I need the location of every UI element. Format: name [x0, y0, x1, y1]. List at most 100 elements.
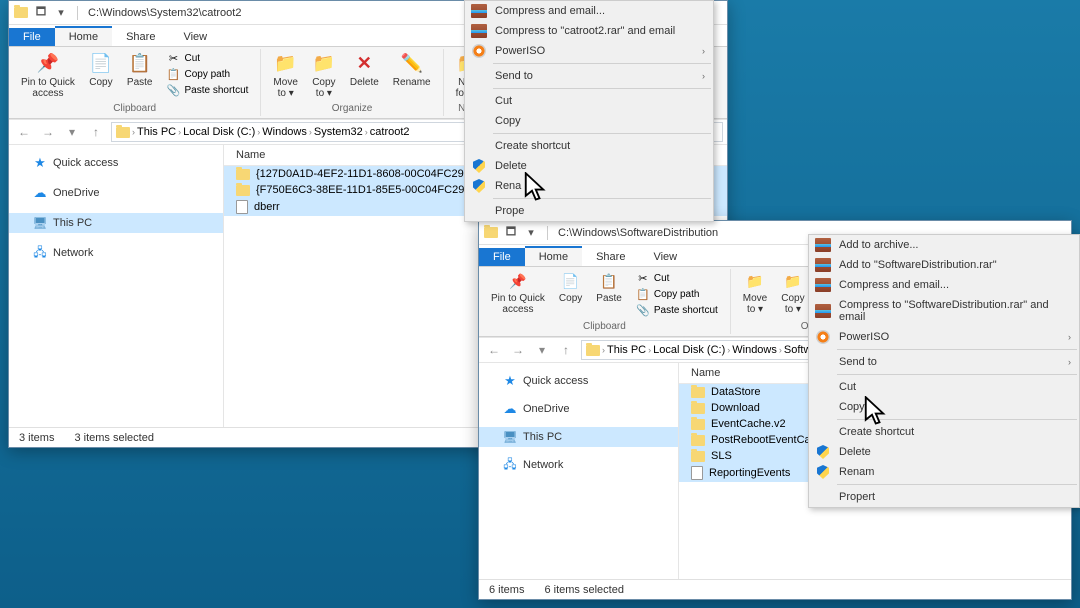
copy-button[interactable]: 📄Copy — [85, 49, 117, 90]
breadcrumb: This PC› — [137, 126, 181, 138]
ctx-compress-named-email[interactable]: Compress to "SoftwareDistribution.rar" a… — [809, 295, 1079, 327]
nav-quick-access[interactable]: ★Quick access — [9, 153, 223, 173]
copy-icon: 📄 — [89, 51, 113, 75]
nav-onedrive[interactable]: ☁OneDrive — [479, 399, 678, 419]
save-icon[interactable]: 🗖 — [503, 225, 519, 241]
ctx-compress-named-email[interactable]: Compress to "catroot2.rar" and email — [465, 21, 713, 41]
chevron-right-icon: › — [1068, 357, 1071, 367]
context-menu: Compress and email... Compress to "catro… — [464, 0, 714, 222]
nav-network[interactable]: 🖧Network — [9, 243, 223, 263]
ctx-add-archive[interactable]: Add to archive... — [809, 235, 1079, 255]
paste-button[interactable]: 📋Paste — [592, 269, 626, 306]
shield-icon — [815, 444, 831, 460]
ctx-send-to[interactable]: Send to› — [809, 352, 1079, 372]
moveto-icon: 📁 — [745, 271, 765, 291]
tab-view[interactable]: View — [169, 26, 221, 46]
ctx-create-shortcut[interactable]: Create shortcut — [465, 136, 713, 156]
ctx-cut[interactable]: Cut — [809, 377, 1079, 397]
copy-path-button[interactable]: 📋Copy path — [167, 67, 249, 81]
nav-quick-access[interactable]: ★Quick access — [479, 371, 678, 391]
ctx-properties[interactable]: Prope — [465, 201, 713, 221]
tab-share[interactable]: Share — [112, 26, 169, 46]
tab-home[interactable]: Home — [55, 26, 112, 46]
ctx-create-shortcut[interactable]: Create shortcut — [809, 422, 1079, 442]
forward-button[interactable]: → — [37, 121, 59, 143]
file-icon — [236, 200, 248, 214]
down-icon[interactable]: ▾ — [523, 225, 539, 241]
chevron-right-icon: › — [702, 71, 705, 81]
rar-icon — [815, 303, 831, 319]
paste-shortcut-button[interactable]: 📎Paste shortcut — [167, 83, 249, 97]
nav-pane: ★Quick access ☁OneDrive 🖥This PC 🖧Networ… — [479, 363, 679, 579]
back-button[interactable]: ← — [13, 121, 35, 143]
copy-button[interactable]: 📄Copy — [555, 269, 586, 306]
shield-icon — [471, 178, 487, 194]
ctx-poweriso[interactable]: PowerISO› — [809, 327, 1079, 347]
recent-button[interactable]: ▾ — [531, 339, 553, 361]
nav-network[interactable]: 🖧Network — [479, 455, 678, 475]
ctx-copy[interactable]: Copy — [809, 397, 1079, 417]
down-icon[interactable]: ▾ — [53, 5, 69, 21]
copy-to-button[interactable]: 📁Copy to ▾ — [308, 49, 340, 101]
separator — [837, 419, 1077, 420]
delete-icon: ✕ — [352, 51, 376, 75]
tab-file[interactable]: File — [479, 248, 525, 266]
tab-file[interactable]: File — [9, 28, 55, 46]
back-button[interactable]: ← — [483, 339, 505, 361]
star-icon: ★ — [33, 156, 47, 170]
copy-icon: 📄 — [561, 271, 581, 291]
rename-button[interactable]: ✏️Rename — [389, 49, 435, 90]
up-button[interactable]: ↑ — [555, 339, 577, 361]
ctx-rename[interactable]: Renam — [809, 462, 1079, 482]
forward-button[interactable]: → — [507, 339, 529, 361]
copy-to-button[interactable]: 📁Copy to ▾ — [777, 269, 808, 317]
item-count: 3 items — [19, 432, 54, 444]
context-menu: Add to archive... Add to "SoftwareDistri… — [808, 234, 1080, 508]
ctx-compress-email[interactable]: Compress and email... — [465, 1, 713, 21]
nav-onedrive[interactable]: ☁OneDrive — [9, 183, 223, 203]
copy-path-button[interactable]: 📋Copy path — [636, 287, 718, 301]
group-organize: Organize — [332, 101, 373, 116]
ctx-cut[interactable]: Cut — [465, 91, 713, 111]
ctx-properties[interactable]: Propert — [809, 487, 1079, 507]
ctx-delete[interactable]: Delete — [465, 156, 713, 176]
move-to-button[interactable]: 📁Move to ▾ — [269, 49, 301, 101]
scissors-icon: ✂ — [636, 271, 650, 285]
ctx-delete[interactable]: Delete — [809, 442, 1079, 462]
nav-this-pc[interactable]: 🖥This PC — [479, 427, 678, 447]
paste-icon: 📋 — [599, 271, 619, 291]
cloud-icon: ☁ — [503, 402, 517, 416]
recent-button[interactable]: ▾ — [61, 121, 83, 143]
nav-pane: ★Quick access ☁OneDrive 🖥This PC 🖧Networ… — [9, 145, 224, 427]
ctx-send-to[interactable]: Send to› — [465, 66, 713, 86]
tab-home[interactable]: Home — [525, 246, 582, 266]
breadcrumb: This PC› — [607, 344, 651, 356]
paste-shortcut-button[interactable]: 📎Paste shortcut — [636, 303, 718, 317]
pin-button[interactable]: 📌Pin to Quick access — [487, 269, 549, 317]
cut-button[interactable]: ✂Cut — [167, 51, 249, 65]
folder-icon — [483, 225, 499, 241]
ctx-copy[interactable]: Copy — [465, 111, 713, 131]
folder-icon — [691, 403, 705, 414]
nav-this-pc[interactable]: 🖥This PC — [9, 213, 223, 233]
save-icon[interactable]: 🗖 — [33, 5, 49, 21]
pin-button[interactable]: 📌Pin to Quick access — [17, 49, 79, 101]
monitor-icon: 🖥 — [503, 430, 517, 444]
ctx-poweriso[interactable]: PowerISO› — [465, 41, 713, 61]
selection-count: 6 items selected — [544, 584, 623, 596]
path-icon: 📋 — [167, 67, 181, 81]
tab-view[interactable]: View — [639, 246, 691, 266]
disc-icon — [815, 329, 831, 345]
ctx-rename[interactable]: Rena — [465, 176, 713, 196]
ctx-compress-email[interactable]: Compress and email... — [809, 275, 1079, 295]
delete-button[interactable]: ✕Delete — [346, 49, 383, 90]
breadcrumb: Local Disk (C:)› — [653, 344, 730, 356]
tab-share[interactable]: Share — [582, 246, 639, 266]
move-to-button[interactable]: 📁Move to ▾ — [739, 269, 771, 317]
cut-button[interactable]: ✂Cut — [636, 271, 718, 285]
paste-button[interactable]: 📋Paste — [123, 49, 157, 90]
up-button[interactable]: ↑ — [85, 121, 107, 143]
folder-icon — [116, 127, 130, 138]
file-icon — [691, 466, 703, 480]
ctx-add-named[interactable]: Add to "SoftwareDistribution.rar" — [809, 255, 1079, 275]
